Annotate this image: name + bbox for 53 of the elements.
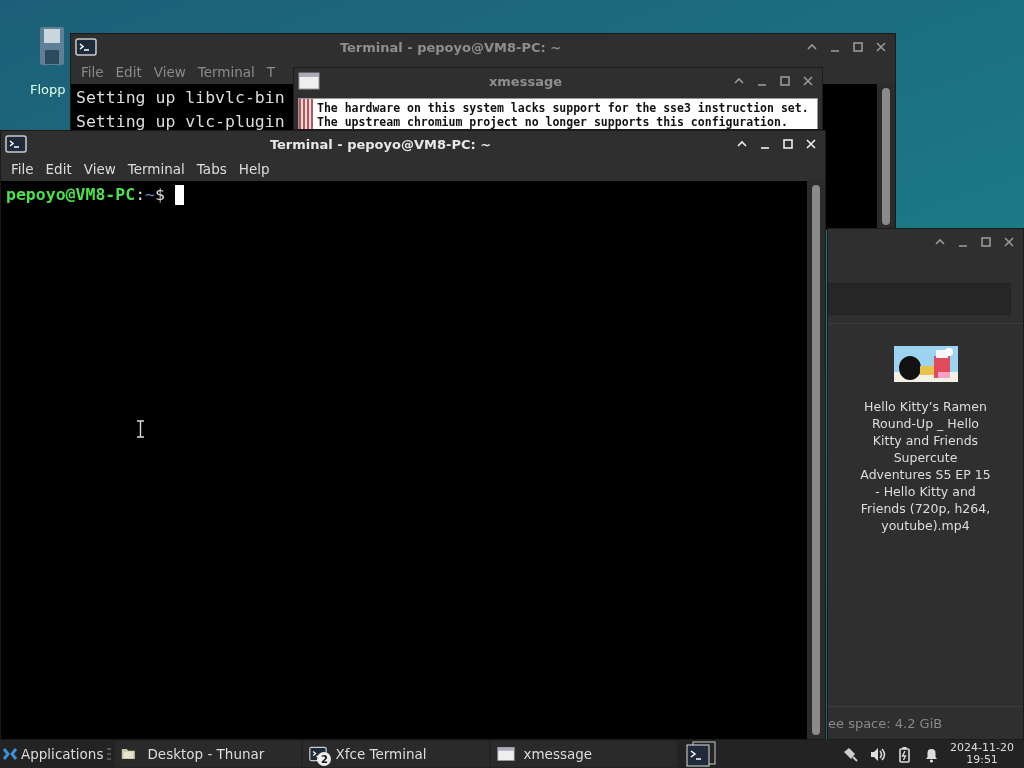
window-title: Terminal - pepoyo@VM8-PC: ~ xyxy=(268,136,493,152)
menu-item[interactable]: File xyxy=(75,64,110,80)
file-name[interactable]: Hello Kitty’s Ramen Round-Up _ Hello Kitty and Friends Supercute Adventures S5 EP 15 - Hello Kitty and Friends (720p, h264, youtube).mp4 xyxy=(856,398,995,534)
scrollbar[interactable] xyxy=(807,181,825,739)
terminal-icon xyxy=(5,135,27,153)
applications-menu-button[interactable]: Applications xyxy=(0,740,106,768)
menu-item[interactable]: T xyxy=(260,64,282,80)
menu-item[interactable]: Tabs xyxy=(190,161,233,177)
terminal-line: Setting up libvlc-bin xyxy=(76,87,285,109)
icon-label[interactable]: Flopp xyxy=(30,82,66,97)
message-line: The upstream chromium project no longer supports this configuration. xyxy=(317,115,788,129)
window-icon xyxy=(497,746,516,762)
close-icon[interactable] xyxy=(875,41,887,53)
taskbar-button[interactable]: Desktop - Thunar xyxy=(115,741,302,767)
search-field[interactable] xyxy=(828,283,1011,315)
scrollbar[interactable] xyxy=(299,99,313,129)
message-line: The hardware on this system lacks support for the sse3 instruction set. xyxy=(317,101,809,115)
menu-logo-icon xyxy=(2,746,18,762)
menu-item[interactable]: Edit xyxy=(109,64,148,80)
terminal-icon xyxy=(75,38,97,56)
menu-item[interactable]: Edit xyxy=(39,161,78,177)
count-badge: 2 xyxy=(317,752,332,766)
close-icon[interactable] xyxy=(1003,236,1015,248)
network-plug-icon[interactable] xyxy=(842,745,860,763)
floppy-icon[interactable] xyxy=(39,26,65,66)
taskbar-button[interactable]: 2 Xfce Terminal xyxy=(303,741,490,767)
workspace-terminal-icon[interactable] xyxy=(685,741,718,767)
menu-item[interactable]: Help xyxy=(232,161,276,177)
window-title: Terminal - pepoyo@VM8-PC: ~ xyxy=(338,39,563,55)
text-cursor xyxy=(174,185,184,205)
taskbar-button[interactable]: xmessage xyxy=(491,741,678,767)
prompt-user: pepoyo@VM8-PC xyxy=(6,184,136,206)
ibeam-cursor-icon xyxy=(136,420,145,438)
maximize-icon[interactable] xyxy=(852,41,864,53)
clock-date[interactable]: 2024-11-20 xyxy=(950,742,1014,754)
prompt-symbol: $ xyxy=(155,184,165,206)
prompt-separator: : xyxy=(135,184,146,206)
menu-item[interactable]: Terminal xyxy=(121,161,191,177)
menu-item[interactable]: View xyxy=(147,64,192,80)
window-title: xmessage xyxy=(487,73,564,89)
scrollbar[interactable] xyxy=(877,84,895,229)
menu-item[interactable]: Terminal xyxy=(191,64,261,80)
prompt-path: ~ xyxy=(145,184,155,206)
menu-item[interactable]: File xyxy=(5,161,40,177)
window-icon xyxy=(298,72,320,90)
maximize-icon[interactable] xyxy=(779,75,791,87)
close-icon[interactable] xyxy=(802,75,814,87)
maximize-icon[interactable] xyxy=(980,236,992,248)
menu-item[interactable]: View xyxy=(77,161,122,177)
status-text: ee space: 4.2 GiB xyxy=(828,706,1023,739)
panel-handle-icon[interactable] xyxy=(107,748,112,760)
clock-time[interactable]: 19:51 xyxy=(966,754,998,766)
terminal-line: Setting up vlc-plugin xyxy=(76,111,285,133)
